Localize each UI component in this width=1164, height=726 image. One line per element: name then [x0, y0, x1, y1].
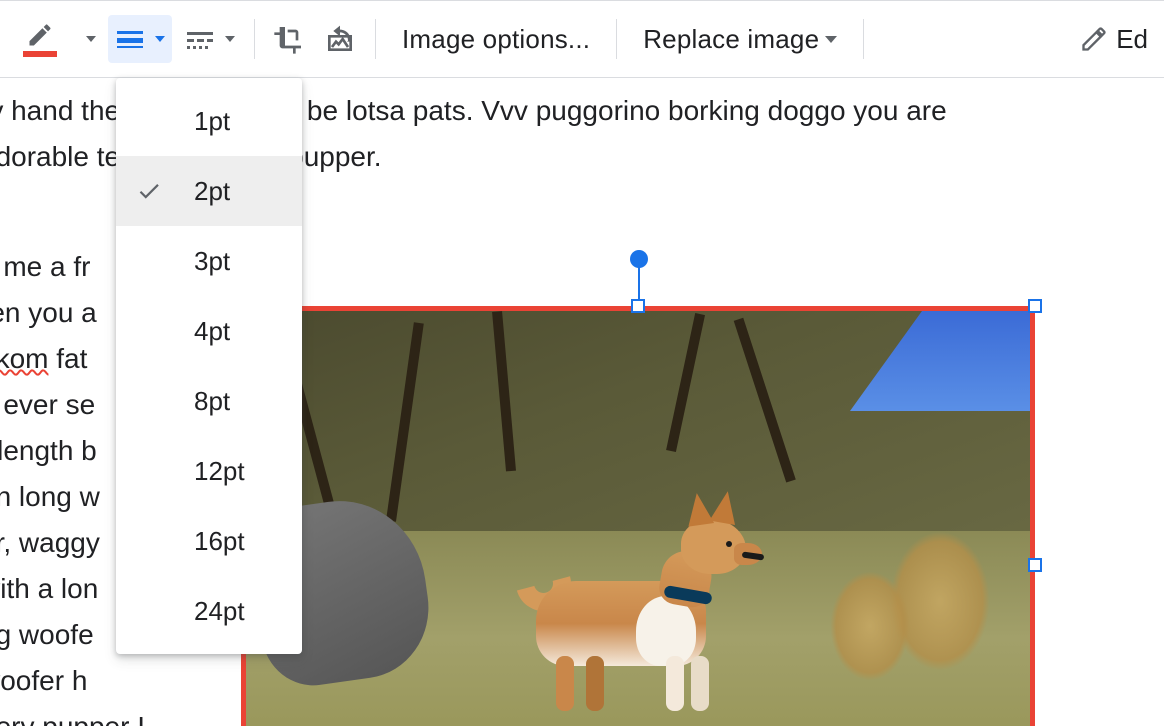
option-label: 12pt	[194, 456, 245, 487]
border-weight-option-1pt[interactable]: 1pt	[116, 86, 302, 156]
option-label: 8pt	[194, 386, 230, 417]
toolbar-separator	[616, 19, 617, 59]
resize-handle-n[interactable]	[631, 299, 645, 313]
dog-illustration	[506, 501, 756, 701]
resize-handle-e[interactable]	[1028, 558, 1042, 572]
crop-icon	[273, 23, 305, 55]
reset-image-icon	[323, 23, 357, 55]
chevron-down-icon	[86, 36, 96, 42]
border-color-button[interactable]	[10, 15, 70, 63]
border-weight-menu: 1pt 2pt 3pt 4pt 8pt 12pt 16pt 24pt	[116, 78, 302, 654]
replace-image-label: Replace image	[643, 24, 819, 55]
border-weight-button[interactable]	[108, 15, 172, 63]
image-options-label: Image options...	[402, 24, 590, 55]
image-content	[241, 306, 1035, 726]
option-label: 2pt	[194, 176, 230, 207]
resize-handle-ne[interactable]	[1028, 299, 1042, 313]
edit-label: Ed	[1116, 24, 1148, 55]
line-dash-icon	[185, 27, 215, 51]
rotation-handle[interactable]	[630, 250, 648, 268]
crop-button[interactable]	[267, 15, 311, 63]
border-dash-button[interactable]	[178, 15, 242, 63]
border-color-dropdown[interactable]	[76, 15, 102, 63]
option-label: 16pt	[194, 526, 245, 557]
replace-image-button[interactable]: Replace image	[629, 15, 851, 63]
border-weight-option-24pt[interactable]: 24pt	[116, 576, 302, 646]
check-icon	[136, 178, 162, 204]
chevron-down-icon	[225, 36, 235, 42]
border-weight-option-8pt[interactable]: 8pt	[116, 366, 302, 436]
border-weight-option-16pt[interactable]: 16pt	[116, 506, 302, 576]
border-weight-option-12pt[interactable]: 12pt	[116, 436, 302, 506]
image-toolbar: Image options... Replace image Ed	[0, 0, 1164, 78]
toolbar-separator	[254, 19, 255, 59]
selected-image[interactable]	[241, 306, 1035, 726]
border-color-swatch	[23, 51, 57, 57]
border-weight-option-4pt[interactable]: 4pt	[116, 296, 302, 366]
option-label: 1pt	[194, 106, 230, 137]
image-options-button[interactable]: Image options...	[388, 15, 604, 63]
chevron-down-icon	[825, 36, 837, 43]
toolbar-separator	[375, 19, 376, 59]
option-label: 24pt	[194, 596, 245, 627]
border-weight-option-2pt[interactable]: 2pt	[116, 156, 302, 226]
edit-button[interactable]: Ed	[1074, 15, 1154, 63]
line-weight-icon	[115, 27, 145, 51]
reset-image-button[interactable]	[317, 15, 363, 63]
pencil-icon	[26, 21, 54, 49]
chevron-down-icon	[155, 36, 165, 42]
option-label: 3pt	[194, 246, 230, 277]
text-line: woofer h	[0, 658, 145, 704]
option-label: 4pt	[194, 316, 230, 347]
pencil-outline-icon	[1080, 25, 1108, 53]
text-line: gery pupper I	[0, 704, 145, 726]
toolbar-separator	[863, 19, 864, 59]
border-weight-option-3pt[interactable]: 3pt	[116, 226, 302, 296]
